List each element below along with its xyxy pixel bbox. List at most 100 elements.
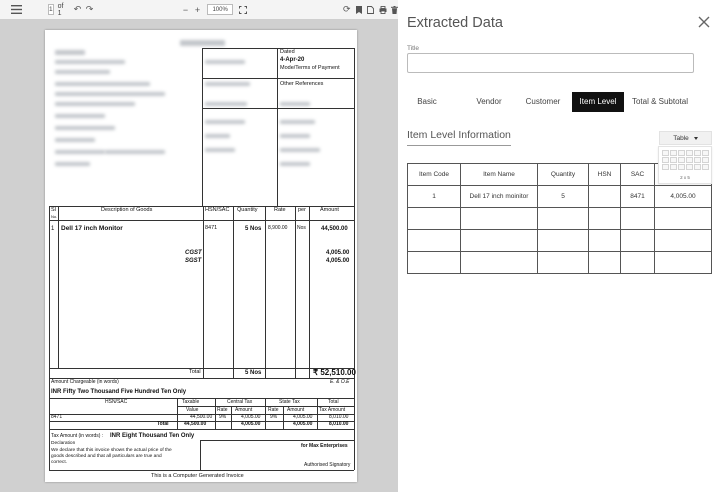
- print-icon[interactable]: [377, 3, 389, 17]
- table-cell[interactable]: [654, 251, 712, 274]
- redacted-text: [55, 102, 135, 106]
- grid-cell[interactable]: [670, 150, 677, 156]
- page-number-input[interactable]: 1: [48, 4, 54, 15]
- grid-cell[interactable]: [694, 157, 701, 163]
- tab-item-level[interactable]: Item Level: [572, 92, 624, 112]
- redacted-text: [105, 150, 165, 154]
- table-cell[interactable]: [588, 229, 621, 252]
- grid-cell[interactable]: [702, 164, 709, 170]
- zoom-in-icon[interactable]: +: [191, 3, 203, 17]
- grid-cell[interactable]: [694, 150, 701, 156]
- col-quantity: Quantity: [237, 207, 258, 213]
- table-cell[interactable]: 8471: [620, 185, 655, 208]
- table-cell[interactable]: [460, 229, 538, 252]
- eoe-label: E. & O.E: [330, 379, 350, 385]
- table-cell[interactable]: [537, 251, 589, 274]
- total-amount: ₹ 52,510.00: [313, 368, 356, 377]
- col-hsn: HSN/SAC: [205, 207, 230, 213]
- grid-cell[interactable]: [694, 164, 701, 170]
- grid-cell[interactable]: [678, 164, 685, 170]
- viewer-toolbar: 1 of 1 ↶ ↷ − + 100% ⟳: [0, 0, 399, 20]
- redacted-text: [55, 162, 90, 166]
- grid-line: [202, 78, 354, 79]
- grid-cell[interactable]: [678, 150, 685, 156]
- table-cell[interactable]: [537, 207, 589, 230]
- table-cell[interactable]: 4,005.00: [654, 185, 712, 208]
- table-cell[interactable]: [407, 251, 461, 274]
- grid-line: [215, 398, 216, 429]
- redacted-text: [205, 148, 235, 152]
- table-cell[interactable]: [588, 207, 621, 230]
- close-icon[interactable]: [696, 14, 712, 30]
- undo-icon[interactable]: ↶: [71, 3, 83, 17]
- table-cell[interactable]: [407, 207, 461, 230]
- document-icon[interactable]: [365, 3, 377, 17]
- grid-line: [309, 206, 310, 378]
- tab-total-subtotal[interactable]: Total & Subtotal: [629, 92, 691, 112]
- grid-cell[interactable]: [686, 157, 693, 163]
- zoom-level[interactable]: 100%: [207, 4, 233, 15]
- table-cell[interactable]: [654, 207, 712, 230]
- fit-page-icon[interactable]: [237, 3, 249, 17]
- redacted-text: [55, 50, 85, 55]
- table-cell[interactable]: 1: [407, 185, 461, 208]
- table-cell[interactable]: [620, 251, 655, 274]
- redacted-text: [280, 134, 310, 138]
- item-sl: 1: [51, 226, 55, 232]
- table-cell[interactable]: Dell 17 inch moinitor: [460, 185, 538, 208]
- dated-value: 4-Apr-20: [280, 57, 305, 63]
- table-size-picker[interactable]: 2 x 5: [658, 146, 712, 184]
- tax-row-total: 8,010.00: [329, 414, 349, 420]
- grid-cell[interactable]: [670, 164, 677, 170]
- header-item-code: Item Code: [407, 163, 461, 186]
- grid-cell[interactable]: [686, 150, 693, 156]
- table-cell[interactable]: [588, 185, 621, 208]
- table-cell[interactable]: [407, 229, 461, 252]
- tax-row-central-amount: 4,005.00: [241, 414, 261, 420]
- grid-cell[interactable]: [662, 164, 669, 170]
- grid-cell[interactable]: [702, 150, 709, 156]
- tax-total-taxable: 44,500.00: [184, 421, 207, 427]
- col-rate: Rate: [274, 207, 286, 213]
- tab-basic[interactable]: Basic: [407, 92, 447, 112]
- table-cell[interactable]: [654, 229, 712, 252]
- table-cell[interactable]: [588, 251, 621, 274]
- grid-cell[interactable]: [678, 157, 685, 163]
- menu-icon[interactable]: [10, 3, 22, 17]
- title-input[interactable]: [407, 53, 694, 73]
- table-cell[interactable]: [460, 251, 538, 274]
- zoom-out-icon[interactable]: −: [179, 3, 191, 17]
- grid-cell[interactable]: [702, 157, 709, 163]
- tax-central-header: Central Tax: [227, 399, 253, 405]
- view-mode-dropdown[interactable]: Table: [659, 131, 712, 145]
- grid-cell[interactable]: [670, 157, 677, 163]
- tab-vendor[interactable]: Vendor: [465, 92, 513, 112]
- redacted-text: [55, 82, 150, 86]
- tax-row-hsn: 8471: [51, 414, 63, 420]
- table-cell[interactable]: [460, 207, 538, 230]
- redacted-text: [55, 150, 105, 154]
- table-row: [407, 229, 712, 252]
- rotate-icon[interactable]: ⟳: [341, 3, 353, 17]
- bookmark-icon[interactable]: [353, 3, 365, 17]
- redacted-text: [280, 162, 310, 166]
- tab-customer[interactable]: Customer: [519, 92, 567, 112]
- table-row: [407, 251, 712, 274]
- header-hsn: HSN: [588, 163, 621, 186]
- table-cell[interactable]: [620, 207, 655, 230]
- grid-line: [265, 398, 266, 429]
- grid-line: [354, 206, 355, 470]
- tax-row-taxable: 44,500.00: [190, 414, 213, 420]
- grid-line: [202, 108, 354, 109]
- redo-icon[interactable]: ↷: [83, 3, 95, 17]
- grid-cell[interactable]: [686, 164, 693, 170]
- redacted-text: [55, 70, 110, 74]
- table-cell[interactable]: 5: [537, 185, 589, 208]
- grid-cell[interactable]: [662, 150, 669, 156]
- table-cell[interactable]: [620, 229, 655, 252]
- dated-label: Dated: [280, 49, 295, 55]
- redacted-text: [205, 60, 245, 64]
- table-cell[interactable]: [537, 229, 589, 252]
- grid-cell[interactable]: [662, 157, 669, 163]
- cgst-amount: 4,005.00: [326, 250, 350, 256]
